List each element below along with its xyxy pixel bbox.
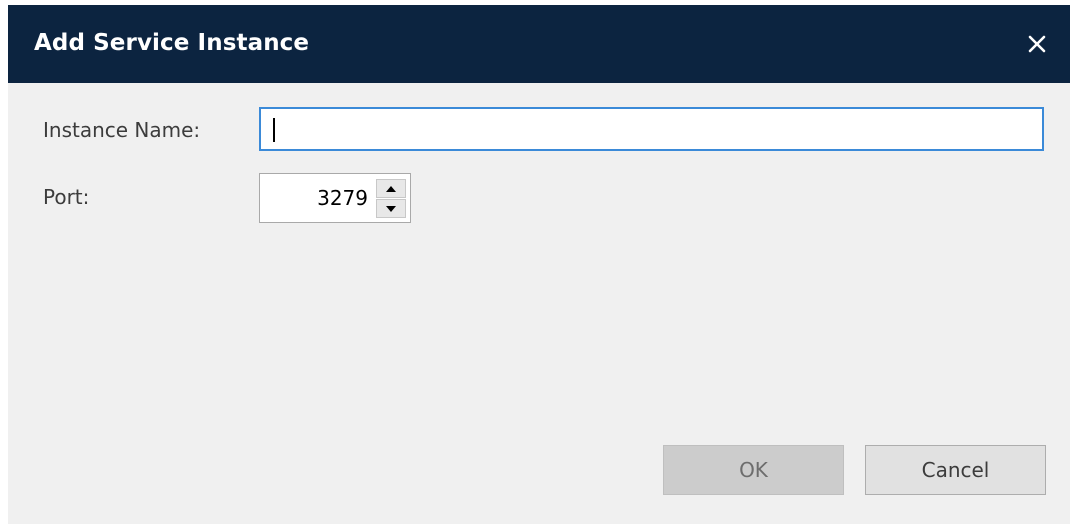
port-value[interactable]: 3279 — [317, 186, 368, 210]
add-service-instance-dialog: Add Service Instance Instance Name: Port… — [8, 5, 1070, 524]
ok-button-label: OK — [739, 458, 768, 482]
cancel-button[interactable]: Cancel — [865, 445, 1046, 495]
port-increment-button[interactable] — [376, 179, 406, 198]
port-label: Port: — [43, 185, 90, 209]
instance-name-input[interactable] — [261, 109, 1042, 149]
arrow-down-icon — [386, 205, 396, 212]
dialog-titlebar: Add Service Instance — [8, 5, 1070, 83]
close-icon — [1028, 35, 1046, 53]
text-caret — [273, 118, 275, 142]
instance-name-field-container — [259, 107, 1044, 151]
close-button[interactable] — [1012, 19, 1062, 69]
cancel-button-label: Cancel — [921, 458, 990, 482]
port-stepper[interactable]: 3279 — [259, 173, 411, 223]
instance-name-label: Instance Name: — [43, 118, 201, 142]
ok-button[interactable]: OK — [663, 445, 844, 495]
dialog-title: Add Service Instance — [34, 30, 310, 56]
arrow-up-icon — [386, 185, 396, 192]
port-decrement-button[interactable] — [376, 199, 406, 218]
